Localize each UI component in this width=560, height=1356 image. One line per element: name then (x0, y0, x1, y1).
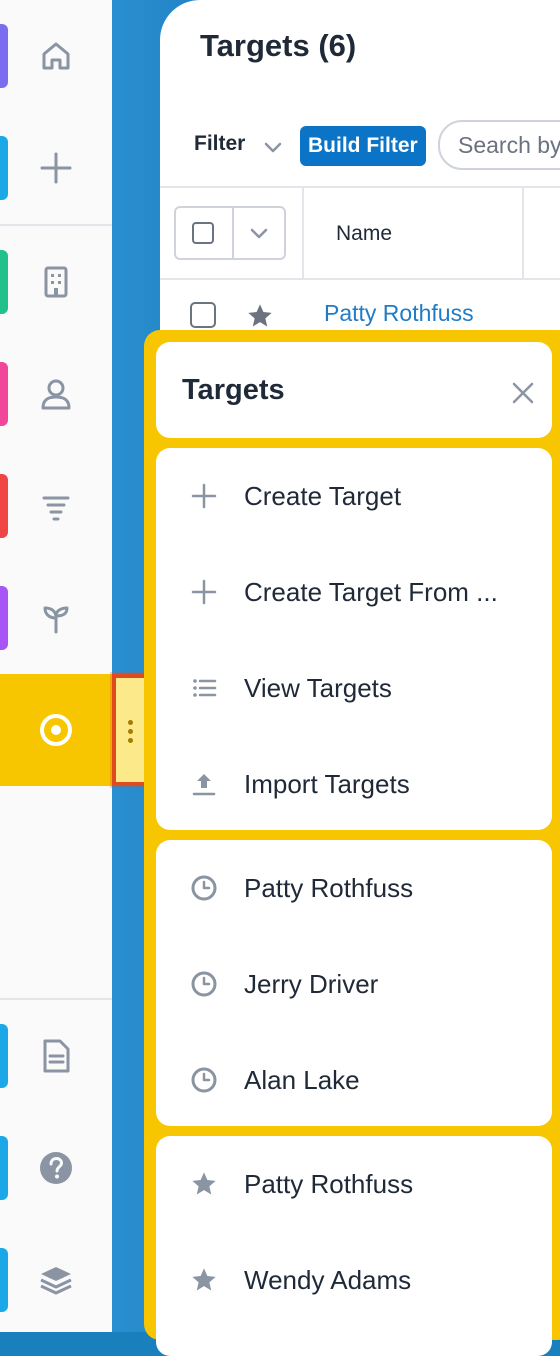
module-menu-trigger[interactable] (112, 674, 148, 786)
plus-icon (191, 579, 217, 605)
sidebar-color-bar (0, 24, 8, 88)
sidebar-item-targets[interactable] (0, 674, 112, 786)
star-icon (192, 1268, 216, 1291)
kebab-dot (128, 729, 133, 734)
column-divider (522, 188, 524, 278)
page-title-text: Targets (200, 28, 310, 63)
menu-item-label: Patty Rothfuss (244, 1169, 414, 1199)
menu-item-create-target-from[interactable]: Create Target From ... (156, 544, 552, 640)
sidebar-item-leads[interactable] (0, 450, 112, 562)
upload-icon (192, 774, 216, 796)
menu-item-favorite[interactable]: Wendy Adams (156, 1232, 552, 1328)
menu-item-label: Wendy Adams (244, 1265, 412, 1295)
sidebar-item-accounts[interactable] (0, 226, 112, 338)
menu-item-label: Create Target From ... (244, 577, 498, 607)
table-header: Name (160, 186, 560, 280)
sidebar-color-bar (0, 1136, 8, 1200)
sidebar-item-layers[interactable] (0, 1224, 112, 1336)
sprout-icon (43, 606, 69, 634)
build-filter-button[interactable]: Build Filter (300, 126, 426, 166)
column-header-name[interactable]: Name (336, 222, 392, 246)
layers-icon (40, 1267, 72, 1295)
menu-recent-group: Patty Rothfuss Jerry Driver Alan Lake (156, 840, 552, 1126)
sidebar-item-create[interactable] (0, 112, 112, 224)
sidebar-color-bar (0, 136, 8, 200)
menu-item-label: Patty Rothfuss (244, 873, 414, 903)
divider (232, 208, 234, 258)
select-all-control[interactable] (174, 206, 286, 260)
chevron-down-icon[interactable] (262, 136, 284, 158)
menu-item-label: Create Target (244, 481, 402, 511)
menu-item-recent[interactable]: Patty Rothfuss (156, 840, 552, 936)
sidebar-color-bar (0, 1024, 8, 1088)
record-count: (6) (318, 28, 357, 63)
kebab-dot (128, 720, 133, 725)
module-menu: Targets Create Target Create Target From… (144, 330, 560, 1356)
record-link[interactable]: Patty Rothfuss (324, 300, 474, 327)
menu-actions-group: Create Target Create Target From ... Vie… (156, 448, 552, 830)
sidebar-color-bar (0, 362, 8, 426)
menu-item-favorite[interactable]: Patty Rothfuss (156, 1136, 552, 1232)
list-icon (193, 679, 217, 697)
sidebar-color-bar (0, 1248, 8, 1312)
home-icon (42, 42, 70, 70)
sidebar (0, 0, 112, 1332)
sidebar-item-contacts[interactable] (0, 338, 112, 450)
menu-favorites-group: Patty Rothfuss Wendy Adams (156, 1136, 552, 1356)
sidebar-item-documents[interactable] (0, 1000, 112, 1112)
menu-item-label: Alan Lake (244, 1065, 360, 1095)
help-icon (40, 1152, 72, 1184)
menu-item-recent[interactable]: Alan Lake (156, 1032, 552, 1128)
sidebar-color-bar (0, 250, 8, 314)
sidebar-color-bar (0, 474, 8, 538)
close-icon[interactable] (508, 378, 538, 408)
plus-icon (191, 483, 217, 509)
menu-item-label: Jerry Driver (244, 969, 379, 999)
row-checkbox[interactable] (190, 302, 216, 328)
contact-icon (41, 379, 71, 410)
sidebar-item-opportunities[interactable] (0, 562, 112, 674)
menu-item-view-targets[interactable]: View Targets (156, 640, 552, 736)
menu-item-label: Import Targets (244, 769, 410, 799)
search-input[interactable]: Search by (438, 120, 560, 170)
plus-icon (40, 152, 72, 184)
funnel-icon (42, 496, 70, 521)
sidebar-color-bar (0, 586, 8, 650)
kebab-dot (128, 738, 133, 743)
filter-dropdown[interactable]: Filter (194, 132, 245, 156)
menu-item-label: View Targets (244, 673, 392, 703)
sidebar-item-home[interactable] (0, 0, 112, 112)
menu-item-create-target[interactable]: Create Target (156, 448, 552, 544)
building-icon (44, 266, 68, 298)
menu-header: Targets (156, 342, 552, 438)
clock-icon (191, 875, 217, 901)
clock-icon (191, 971, 217, 997)
menu-title: Targets (182, 374, 285, 406)
star-icon (192, 1172, 216, 1195)
page-title: Targets (6) (200, 28, 356, 64)
column-divider (302, 188, 304, 278)
table-row: Patty Rothfuss (160, 278, 560, 338)
document-icon (43, 1039, 70, 1073)
sidebar-item-help[interactable] (0, 1112, 112, 1224)
clock-icon (191, 1067, 217, 1093)
select-all-checkbox[interactable] (192, 222, 214, 244)
chevron-down-icon[interactable] (248, 222, 270, 244)
menu-item-recent[interactable]: Jerry Driver (156, 936, 552, 1032)
menu-item-import-targets[interactable]: Import Targets (156, 736, 552, 832)
target-icon (40, 714, 72, 746)
star-icon[interactable] (246, 302, 274, 330)
